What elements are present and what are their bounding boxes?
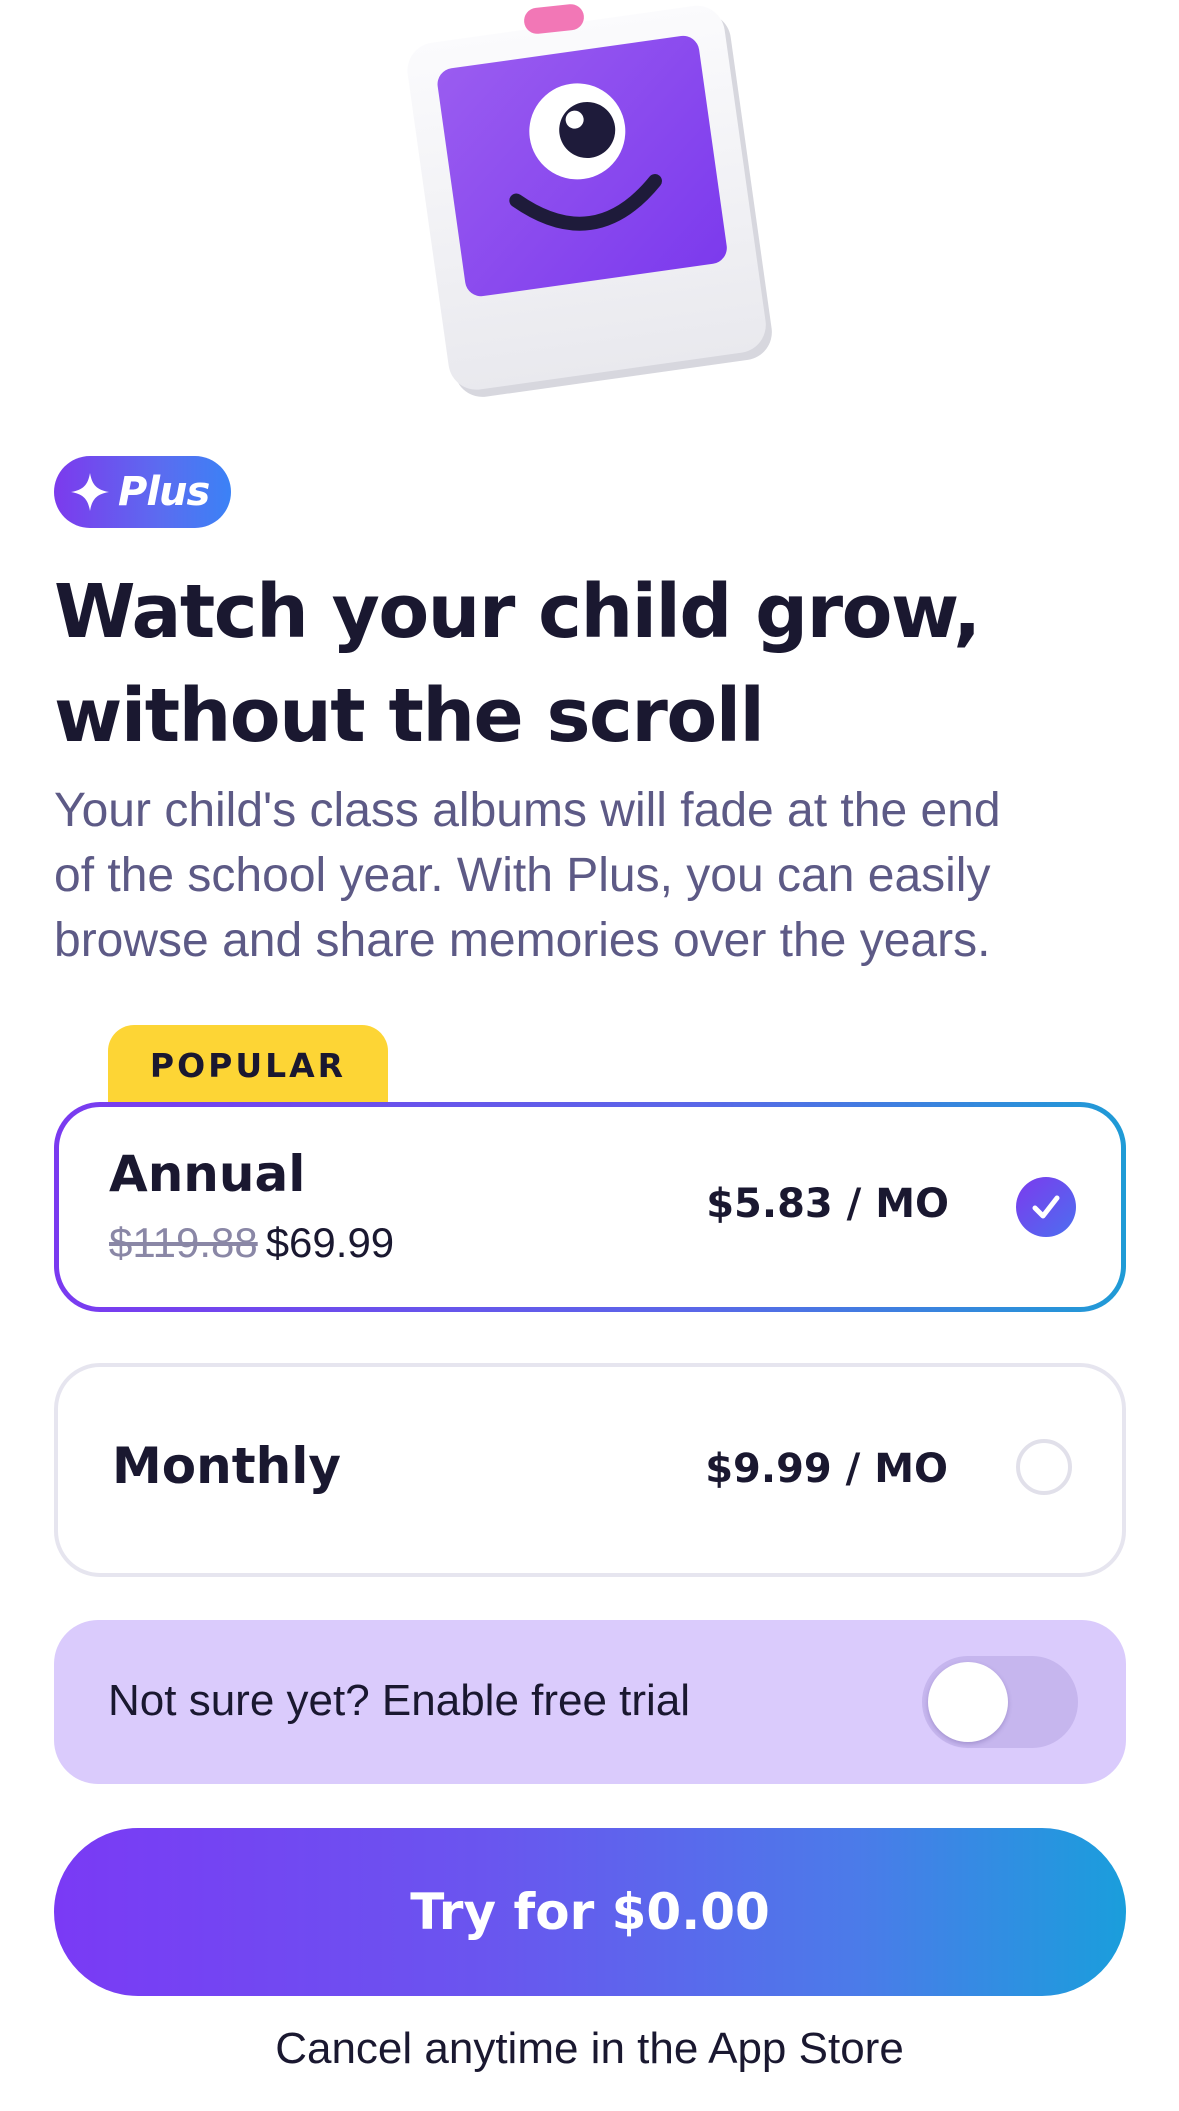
- annual-plan-option[interactable]: Annual $119.88 $69.99 $5.83 / MO: [54, 1102, 1126, 1312]
- free-trial-label: Not sure yet? Enable free trial: [108, 1676, 691, 1725]
- page-description-line-1: Your child's class albums will fade at t…: [54, 784, 1001, 837]
- page-title-line-2: without the scroll: [54, 673, 765, 759]
- annual-plan-name: Annual: [109, 1145, 306, 1203]
- toggle-knob: [928, 1662, 1008, 1742]
- checkmark-icon: [1032, 1195, 1060, 1219]
- annual-monthly-rate: $5.83 / MO: [706, 1181, 949, 1227]
- monthly-plan-option[interactable]: Monthly $9.99 / MO: [54, 1363, 1126, 1577]
- page-description-line-3: browse and share memories over the years…: [54, 914, 991, 967]
- annual-plan-card: Annual $119.88 $69.99 $5.83 / MO: [59, 1107, 1121, 1307]
- popular-tag: POPULAR: [108, 1025, 388, 1105]
- annual-price: $69.99: [265, 1219, 395, 1266]
- monthly-monthly-rate: $9.99 / MO: [705, 1446, 948, 1492]
- plus-badge: Plus: [54, 456, 232, 528]
- monthly-radio-unchecked[interactable]: [1016, 1439, 1072, 1495]
- page-title-line-1: Watch your child grow,: [54, 569, 981, 655]
- monthly-plan-name: Monthly: [112, 1437, 341, 1495]
- sparkle-icon: [71, 473, 109, 511]
- page-title: Watch your child grow, without the scrol…: [54, 560, 1134, 768]
- annual-radio-checked[interactable]: [1016, 1177, 1076, 1237]
- try-free-button[interactable]: Try for $0.00: [54, 1828, 1126, 1996]
- cancel-note: Cancel anytime in the App Store: [275, 2024, 904, 2073]
- annual-original-price: $119.88: [109, 1219, 258, 1266]
- page-description-line-2: of the school year. With Plus, you can e…: [54, 849, 991, 902]
- photo-mascot-icon: [407, 4, 772, 397]
- plus-badge-label: Plus: [118, 469, 210, 515]
- free-trial-row[interactable]: Not sure yet? Enable free trial: [54, 1620, 1126, 1784]
- free-trial-toggle[interactable]: [922, 1656, 1078, 1748]
- annual-plan-prices: $119.88 $69.99: [109, 1219, 394, 1267]
- page-description: Your child's class albums will fade at t…: [54, 778, 1134, 973]
- hero-illustration: [0, 0, 1179, 400]
